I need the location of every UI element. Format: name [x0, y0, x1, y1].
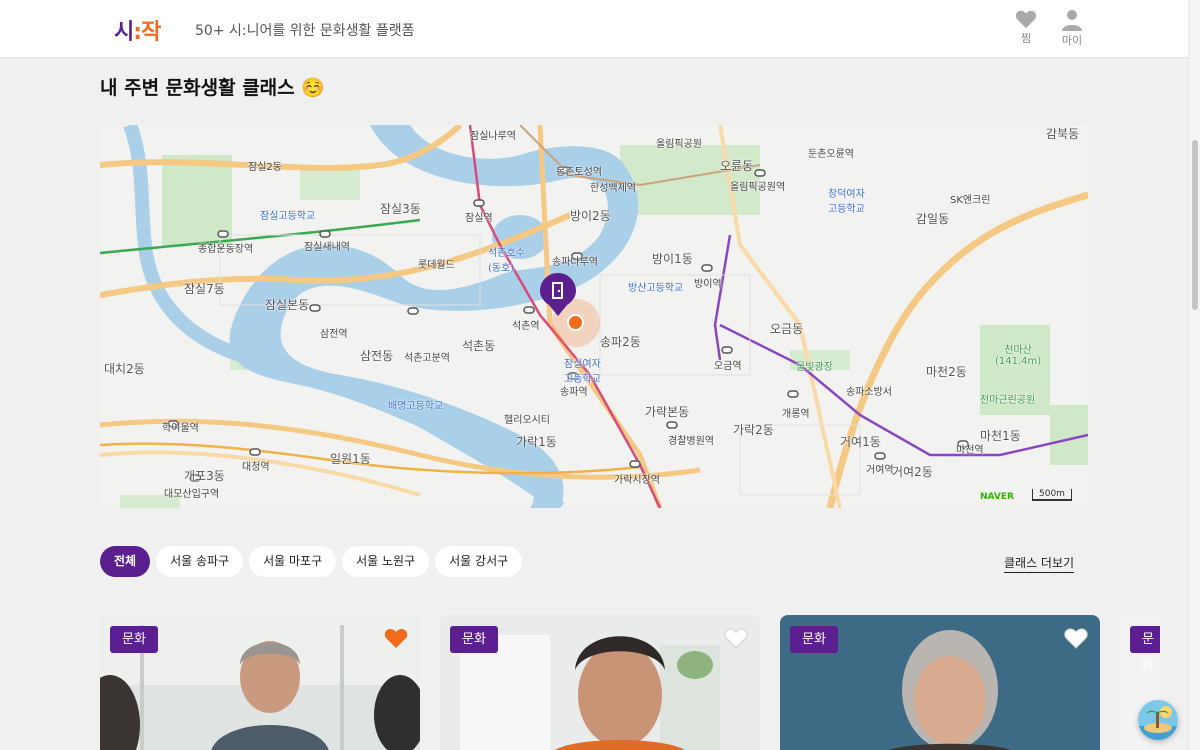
- class-card[interactable]: 문화: [100, 615, 420, 750]
- filter-chip-songpa[interactable]: 서울 송파구: [156, 546, 244, 577]
- map-label: 송파2동: [600, 335, 641, 349]
- heart-icon: [1015, 10, 1037, 29]
- poi-label: 송파소방서: [846, 387, 892, 398]
- station-label: 석촌역: [512, 321, 540, 332]
- station-label: 석촌고분역: [404, 353, 450, 364]
- class-card[interactable]: 문화: [780, 615, 1100, 750]
- map-label: 잠실7동: [184, 282, 225, 296]
- map-label: 둔촌오륜역: [808, 149, 854, 160]
- heart-icon[interactable]: [724, 627, 748, 649]
- station-label: 종합운동장역: [198, 244, 254, 255]
- station-label: 송파역: [560, 387, 588, 398]
- map-label: 거여1동: [840, 435, 881, 449]
- map-label: 오륜동: [720, 159, 754, 173]
- map-label: 대치2동: [104, 362, 145, 376]
- site-tagline: 50+ 시:니어를 위한 문화생활 플랫폼: [195, 23, 415, 39]
- logo-text-right: 작: [141, 20, 161, 45]
- poi-label: 잠실여자 고등학교: [564, 359, 601, 385]
- station-label: 대청역: [242, 462, 270, 473]
- map-label: 감북동: [1046, 127, 1080, 141]
- station-label: 삼전역: [320, 329, 348, 340]
- wishlist-button[interactable]: 찜: [1006, 9, 1046, 46]
- my-page-button[interactable]: 마이: [1052, 9, 1092, 48]
- map-label: 석촌동: [462, 339, 496, 353]
- page-scrollbar[interactable]: [1188, 0, 1200, 750]
- map-label: 가락1동: [516, 435, 557, 449]
- poi-label: 천마산 (141.4m): [995, 345, 1042, 367]
- user-icon: [1062, 10, 1082, 31]
- logo-text-left: 시: [114, 20, 134, 45]
- station-label: 개롱역: [782, 409, 810, 420]
- poi-label: 물빛광장: [796, 362, 833, 373]
- map-label: 가락2동: [733, 423, 774, 437]
- poi-label: 올림픽공원: [656, 139, 702, 150]
- station-label: 경찰병원역: [668, 436, 714, 447]
- category-badge: 문화: [450, 626, 498, 653]
- poi-label: 창덕여자 고등학교: [828, 189, 865, 215]
- my-page-label: 마이: [1061, 34, 1083, 47]
- station-label: 거여역: [866, 465, 894, 476]
- scrollbar-thumb[interactable]: [1192, 140, 1198, 310]
- region-filter-group: 전체 서울 송파구 서울 마포구 서울 노원구 서울 강서구: [100, 546, 523, 577]
- heart-icon[interactable]: [1064, 627, 1088, 649]
- map-label: 잠실2동: [248, 162, 282, 173]
- station-label: 잠실새내역: [304, 242, 350, 253]
- section-title: 내 주변 문화생활 클래스 ☺️: [100, 77, 325, 99]
- station-label: 올림픽공원역: [730, 182, 786, 193]
- station-label: 학여울역: [162, 423, 199, 434]
- heart-icon[interactable]: [384, 627, 408, 649]
- poi-label: 헬리오시티: [504, 415, 550, 426]
- class-map[interactable]: 잠실2동 잠실3동 잠실본동 잠실7동 석촌동 삼전동 송파2동 방이1동 방이…: [100, 125, 1088, 508]
- map-label: 감일동: [916, 212, 950, 226]
- logo[interactable]: 시:작: [114, 14, 161, 46]
- station-label: 방이역: [694, 279, 722, 290]
- filter-chip-nowon[interactable]: 서울 노원구: [342, 546, 430, 577]
- category-badge: 문화: [110, 626, 158, 653]
- class-location-pin[interactable]: [540, 273, 576, 317]
- poi-label: SK엔크린: [950, 195, 991, 206]
- map-label: 삼전동: [360, 349, 394, 363]
- map-label: 거여2동: [892, 465, 933, 479]
- poi-label: 잠실고등학교: [260, 211, 316, 222]
- category-badge: 문화: [790, 626, 838, 653]
- station-label: 송파나루역: [552, 257, 598, 268]
- station-label: 잠실나루역: [470, 131, 516, 142]
- station-label: 오금역: [714, 361, 742, 372]
- map-label: 마천2동: [926, 365, 967, 379]
- poi-label: 천마근린공원: [980, 395, 1036, 406]
- map-pin-icon: [540, 273, 576, 316]
- station-label: 대모산입구역: [164, 489, 220, 500]
- poi-label: 석촌호수 (동호): [488, 248, 525, 274]
- naver-logo: NAVER: [980, 492, 1014, 502]
- poi-label: 배명고등학교: [388, 401, 444, 412]
- map-label: 방이1동: [652, 252, 693, 266]
- map-label: 방이2동: [570, 209, 611, 223]
- station-label: 마천역: [956, 445, 984, 456]
- map-label: 잠실본동: [265, 298, 310, 312]
- map-label: 잠실3동: [380, 202, 421, 216]
- filter-chip-mapo[interactable]: 서울 마포구: [249, 546, 337, 577]
- station-label: 가락시장역: [614, 475, 660, 486]
- map-label: 마천1동: [980, 429, 1021, 443]
- map-label: 개포3동: [184, 469, 225, 483]
- map-label: 가락본동: [645, 405, 690, 419]
- poi-label: 한성백제역: [590, 183, 636, 194]
- floating-helper-button[interactable]: [1138, 700, 1178, 740]
- filter-chip-all[interactable]: 전체: [100, 546, 151, 577]
- poi-label: 방산고등학교: [628, 283, 684, 294]
- top-header: 시:작 50+ 시:니어를 위한 문화생활 플랫폼 찜 마이: [0, 0, 1188, 58]
- more-classes-link[interactable]: 클래스 더보기: [1004, 554, 1075, 573]
- station-label: 잠실역: [465, 213, 493, 224]
- map-scale: 500m: [1032, 489, 1072, 501]
- wishlist-label: 찜: [1020, 32, 1032, 45]
- station-label: 몽촌토성역: [556, 167, 602, 178]
- logo-separator: :: [133, 20, 142, 45]
- poi-label: 롯데월드: [418, 260, 455, 271]
- island-icon: [1138, 700, 1178, 740]
- map-label: 일원1동: [330, 452, 371, 466]
- class-card[interactable]: 문화: [440, 615, 760, 750]
- filter-chip-gangseo[interactable]: 서울 강서구: [435, 546, 523, 577]
- map-label: 오금동: [770, 322, 804, 336]
- category-badge: 문화: [1130, 626, 1160, 674]
